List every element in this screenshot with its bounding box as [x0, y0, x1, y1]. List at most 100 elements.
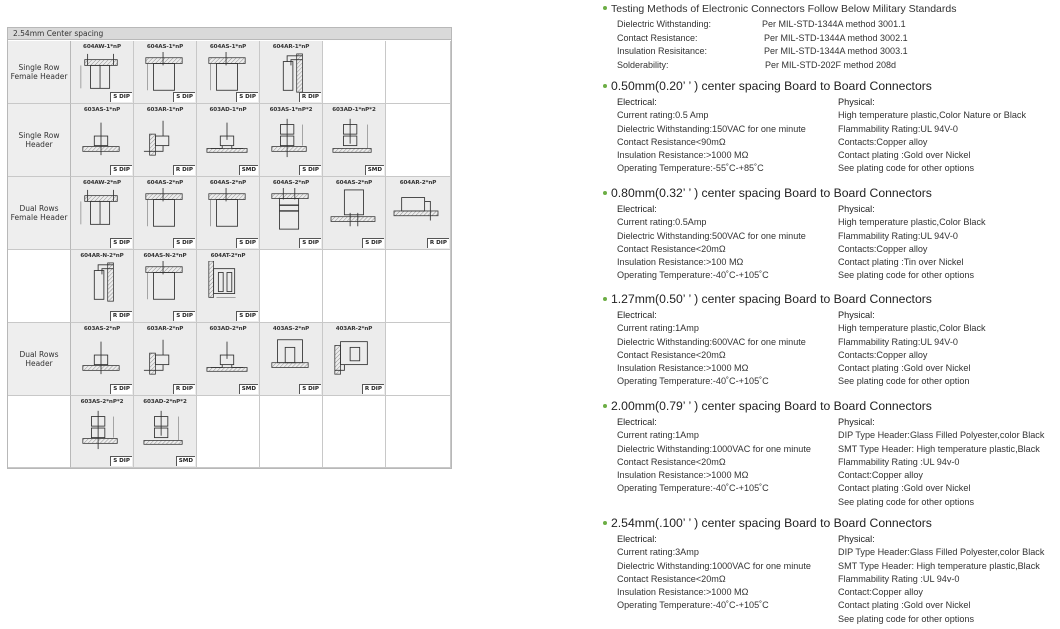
female-header-straight-icon — [145, 261, 183, 300]
product-cell: 603AS-1*nP S DIP — [71, 104, 134, 177]
part-number: 604AT-2*nP — [210, 253, 246, 259]
pin-header-straight-icon — [82, 341, 120, 375]
electrical-heading: Electrical: — [617, 310, 657, 320]
physical-spec-line: High temperature plastic,Color Black — [838, 217, 986, 228]
electrical-spec-line: Dielectric Withstanding:1000VAC for one … — [617, 443, 811, 454]
part-number: 603AR-2*nP — [146, 326, 184, 332]
spacing-section: 2.00mm(0.79’ ’ ) center spacing Board to… — [603, 398, 1060, 507]
spacing-section: 0.80mm(0.32’ ’ ) center spacing Board to… — [603, 185, 1060, 280]
mount-type-badge: SMD — [238, 165, 258, 175]
female-header-right-angle-icon — [93, 262, 114, 302]
section-title: 2.00mm(0.79’ ’ ) center spacing Board to… — [603, 398, 1060, 414]
mount-type-badge: S DIP — [110, 165, 132, 175]
mount-type-badge: S DIP — [110, 92, 132, 102]
row-label: Single Row Header — [8, 104, 71, 177]
section-title-text: 1.27mm(0.50’ ’ ) center spacing Board to… — [611, 292, 932, 306]
pin-header-double-straight-icon — [82, 410, 118, 450]
electrical-spec-line: Operating Temperature:-55˚C-+85˚C — [617, 163, 764, 174]
product-cell: 604AS-1*nP S DIP — [134, 41, 197, 104]
spec-panel: Testing Methods of Electronic Connectors… — [600, 0, 1060, 629]
part-number: 604AS-2*nP — [272, 180, 310, 186]
pin-header-straight-icon — [82, 122, 120, 156]
empty-cell — [197, 396, 260, 468]
electrical-spec-line: Dielectric Withstanding:150VAC for one m… — [617, 123, 806, 134]
military-row-value: Per MIL-STD-202F method 208d — [765, 60, 897, 70]
part-number: 604AW-2*nP — [83, 180, 121, 186]
section-title: 0.80mm(0.32’ ’ ) center spacing Board to… — [603, 185, 1060, 201]
physical-spec-line: Contact:Copper alloy — [838, 470, 923, 481]
product-cell: 604AS-2*nP S DIP — [197, 177, 260, 250]
female-header-straight-icon — [145, 52, 183, 91]
physical-spec-line: Contact plating :Tin over Nickel — [838, 257, 964, 268]
product-cell: 604AR-N-2*nP R DIP — [71, 250, 134, 323]
empty-cell — [386, 104, 451, 177]
mount-type-badge: S DIP — [173, 311, 195, 321]
physical-heading: Physical: — [838, 310, 875, 320]
physical-heading: Physical: — [838, 204, 875, 214]
product-cell: 604AR-2*nP R DIP — [386, 177, 451, 250]
electrical-heading: Electrical: — [617, 417, 657, 427]
mount-type-badge: S DIP — [236, 311, 258, 321]
physical-spec-line: DIP Type Header:Glass Filled Polyester,c… — [838, 547, 1045, 558]
box-header-right-angle-icon — [334, 341, 368, 375]
physical-heading: Physical: — [838, 534, 875, 544]
physical-spec-line: Flammability Rating :UL 94v-0 — [838, 456, 960, 467]
bullet-icon — [603, 83, 607, 88]
electrical-spec-line: Current rating:1Amp — [617, 323, 699, 334]
female-header-side-entry-icon — [208, 261, 236, 298]
product-cell: 603AS-2*nP S DIP — [71, 323, 134, 396]
product-cell: 603AD-1*nP SMD — [197, 104, 260, 177]
female-header-wide-icon — [80, 189, 118, 225]
spacing-section: 1.27mm(0.50’ ’ ) center spacing Board to… — [603, 291, 1060, 386]
part-number: 603AD-2*nP — [209, 326, 247, 332]
electrical-spec-line: Dielectric Withstanding:1000VAC for one … — [617, 560, 811, 571]
empty-cell — [260, 396, 323, 468]
row-label-empty — [8, 396, 71, 468]
electrical-column: Electrical: Current rating:1Amp Dielectric… — [617, 309, 806, 389]
military-row-value: Per MIL-STD-1344A method 3002.1 — [764, 33, 908, 43]
physical-column: Physical: High temperature plastic,Color … — [838, 203, 986, 283]
part-number: 604AS-2*nP — [146, 180, 184, 186]
product-cell: 403AS-2*nP S DIP — [260, 323, 323, 396]
physical-column: Physical: High temperature plastic,Color … — [838, 96, 1026, 176]
product-cell: 603AR-2*nP R DIP — [134, 323, 197, 396]
empty-cell — [386, 250, 451, 323]
mount-type-badge: S DIP — [362, 238, 384, 248]
physical-spec-line: SMT Type Header: High temperature plasti… — [838, 560, 1040, 571]
physical-spec-line: Contact plating :Gold over Nickel — [838, 363, 971, 374]
mount-type-badge: R DIP — [109, 311, 132, 321]
part-number: 603AD-2*nP*2 — [143, 399, 187, 405]
pin-header-smd-icon — [206, 341, 248, 372]
product-cell: 604AT-2*nP S DIP — [197, 250, 260, 323]
empty-cell — [323, 41, 386, 104]
military-row-label: Insulation Resisitance: — [617, 46, 708, 56]
physical-spec-line: Contact plating :Gold over Nickel — [838, 483, 971, 494]
electrical-spec-line: Operating Temperature:-40˚C-+105˚C — [617, 376, 769, 387]
physical-spec-line: See plating code for other option — [838, 376, 970, 387]
bullet-icon — [603, 520, 607, 525]
row-label: Dual Rows Female Header — [8, 177, 71, 250]
electrical-spec-line: Dielectric Withstanding:500VAC for one m… — [617, 230, 806, 241]
pin-header-smd-icon — [206, 122, 248, 153]
physical-spec-line: DIP Type Header:Glass Filled Polyester,c… — [838, 430, 1045, 441]
row-label: Single Row Female Header — [8, 41, 71, 104]
electrical-spec-line: Contact Resistance<90mΩ — [617, 136, 726, 147]
physical-spec-line: Contacts:Copper alloy — [838, 243, 928, 254]
mount-type-badge: S DIP — [299, 384, 321, 394]
pin-header-right-angle-icon — [143, 339, 170, 375]
row-label-text: Single Row Header — [18, 131, 60, 149]
section-title-text: 0.50mm(0.20’ ’ ) center spacing Board to… — [611, 79, 932, 93]
section-title-text: 0.80mm(0.32’ ’ ) center spacing Board to… — [611, 186, 932, 200]
section-title-text: 2.00mm(0.79’ ’ ) center spacing Board to… — [611, 399, 932, 413]
bullet-icon — [603, 190, 607, 195]
electrical-spec-line: Insulation Resistance:>1000 MΩ — [617, 470, 749, 481]
part-number: 603AS-1*nP — [83, 107, 121, 113]
row-label-text: Dual Rows Header — [19, 350, 59, 368]
military-row: Solderability: Per MIL-STD-202F method 2… — [617, 60, 896, 70]
part-number: 604AR-2*nP — [399, 180, 437, 186]
electrical-spec-line: Current rating:0.5 Amp — [617, 110, 709, 121]
military-row: Contact Resistance: Per MIL-STD-1344A me… — [617, 33, 908, 43]
physical-spec-line: High temperature plastic,Color Black — [838, 323, 986, 334]
part-number: 603AS-2*nP — [83, 326, 121, 332]
physical-spec-line: Contact:Copper alloy — [838, 587, 923, 598]
